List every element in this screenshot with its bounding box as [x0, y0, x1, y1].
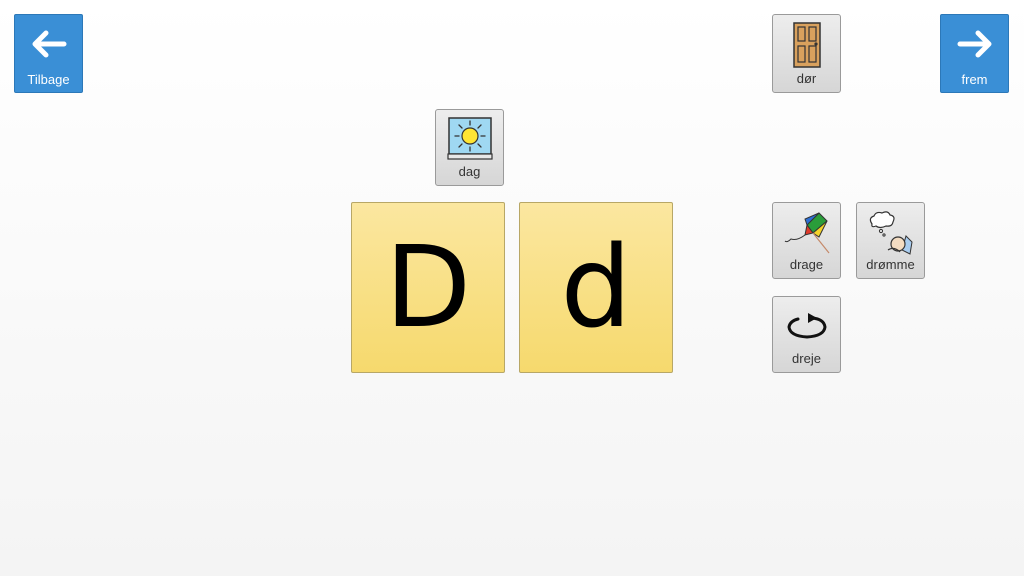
door-icon [792, 22, 821, 68]
word-label: dør [796, 71, 817, 86]
word-label: drømme [866, 257, 915, 272]
forward-button[interactable]: frem [940, 14, 1009, 93]
word-tile-dromme[interactable]: drømme [856, 202, 925, 279]
dreaming-person-icon [869, 211, 913, 255]
letter-tile-lowercase[interactable]: d [519, 202, 673, 373]
sun-window-icon [446, 117, 493, 160]
forward-button-label: frem [961, 72, 988, 87]
rotate-arrow-icon [786, 313, 827, 339]
word-label: dag [458, 164, 481, 179]
kite-icon [784, 212, 829, 254]
arrow-right-icon [957, 30, 991, 58]
letter-tile-uppercase[interactable]: D [351, 202, 505, 373]
word-tile-dag[interactable]: dag [435, 109, 504, 186]
back-button[interactable]: Tilbage [14, 14, 83, 93]
word-tile-dreje[interactable]: dreje [772, 296, 841, 373]
word-tile-dor[interactable]: dør [772, 14, 841, 93]
letter-uppercase: D [384, 222, 472, 353]
word-tile-drage[interactable]: drage [772, 202, 841, 279]
word-label: dreje [792, 351, 821, 366]
arrow-left-icon [32, 30, 66, 58]
word-label: drage [789, 257, 824, 272]
letter-lowercase: d [560, 222, 632, 353]
back-button-label: Tilbage [27, 72, 70, 87]
